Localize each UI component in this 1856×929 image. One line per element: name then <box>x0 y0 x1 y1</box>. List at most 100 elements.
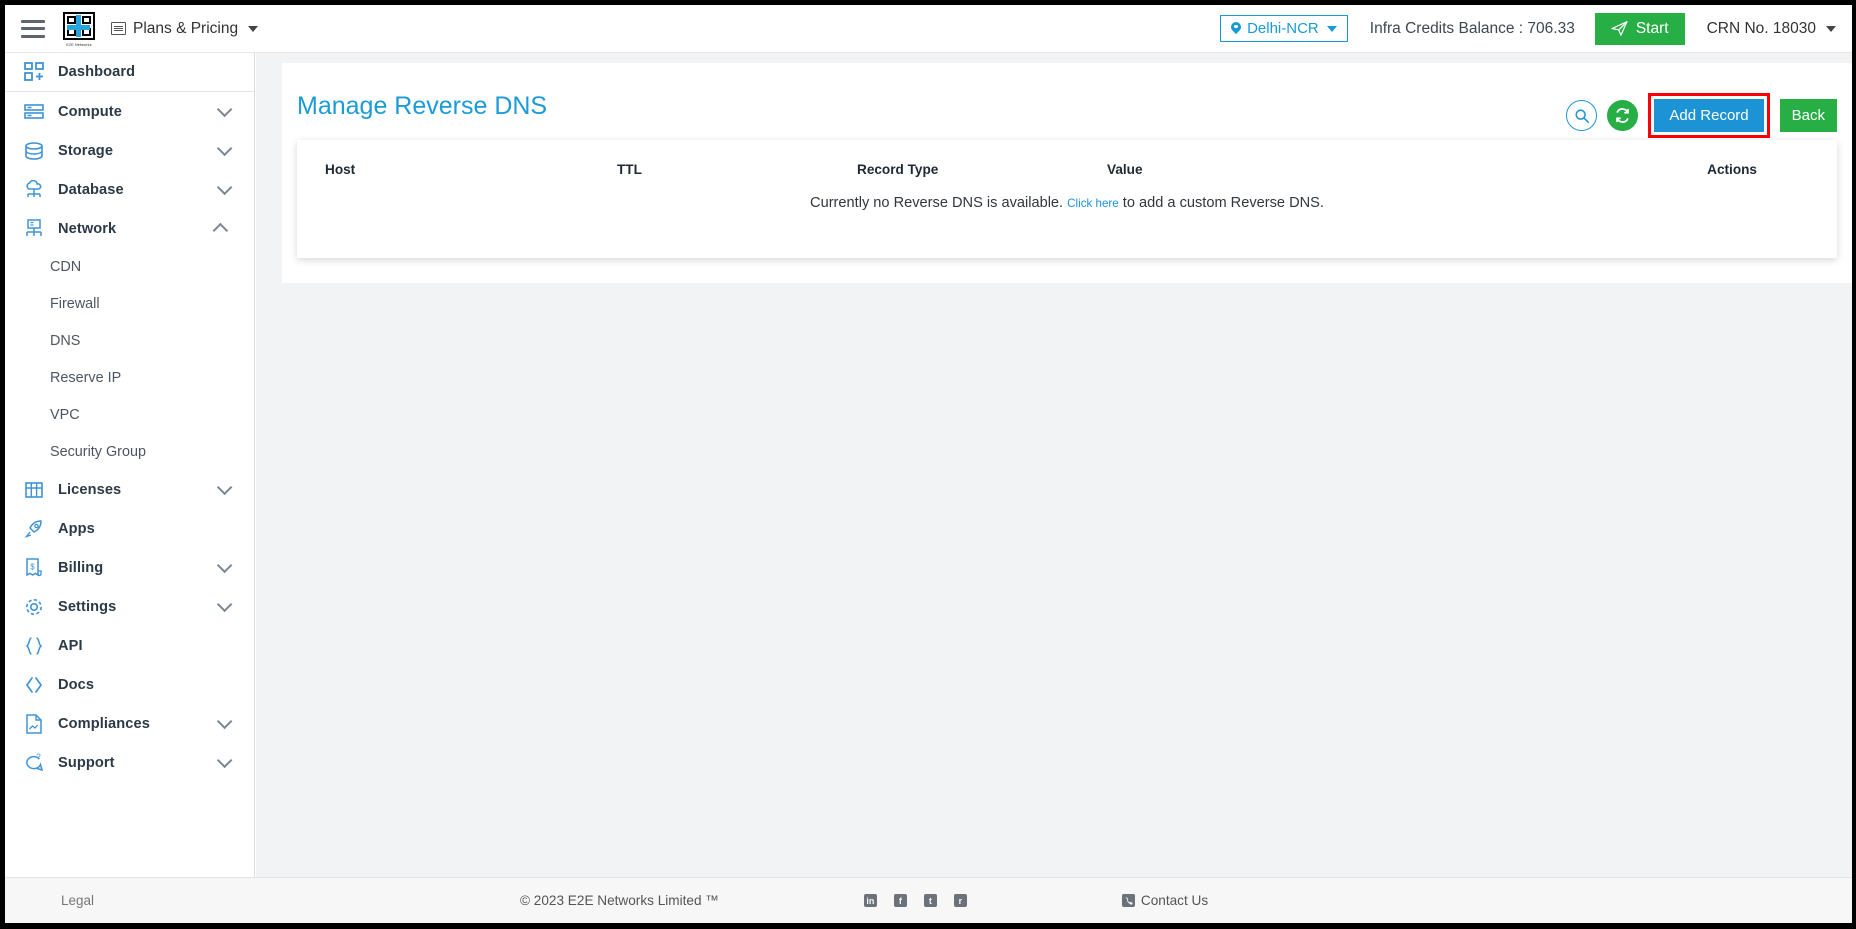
sidebar-subitem-label: Security Group <box>50 443 146 460</box>
screen-right-border <box>1852 0 1856 929</box>
start-button[interactable]: Start <box>1594 12 1685 45</box>
sidebar-item-support[interactable]: ? Support <box>5 743 254 782</box>
sidebar-item-compliances[interactable]: Compliances <box>5 704 254 743</box>
network-icon <box>23 218 45 240</box>
rocket-icon <box>23 518 45 540</box>
sidebar-subitem-cdn[interactable]: CDN <box>5 248 254 285</box>
click-here-link[interactable]: Click here <box>1067 197 1119 210</box>
plans-and-pricing-menu[interactable]: Plans & Pricing <box>111 19 259 38</box>
empty-message-before: Currently no Reverse DNS is available. <box>810 195 1064 211</box>
sidebar-subitem-dns[interactable]: DNS <box>5 322 254 359</box>
page-actions: Add Record Back <box>1566 93 1837 138</box>
linkedin-icon[interactable]: in <box>863 894 877 907</box>
document-icon <box>23 713 45 735</box>
chevron-down-icon <box>216 179 233 196</box>
license-grid-icon <box>23 479 45 501</box>
sidebar-item-label: Storage <box>58 142 114 159</box>
chevron-down-icon <box>1326 25 1337 32</box>
server-icon <box>23 101 45 123</box>
sidebar-subitem-label: Firewall <box>50 295 100 312</box>
sidebar-subitem-label: CDN <box>50 258 82 275</box>
chevron-down-icon <box>216 713 233 730</box>
top-header: E2E Networks Plans & Pricing Delhi-NCR I… <box>5 5 1852 53</box>
sidebar-item-licenses[interactable]: Licenses <box>5 470 254 509</box>
contact-us-link[interactable]: Contact Us <box>1121 893 1208 908</box>
sidebar-item-label: Compute <box>58 103 122 120</box>
empty-state-cell: Currently no Reverse DNS is available. C… <box>297 195 1837 237</box>
refresh-icon <box>1616 108 1630 123</box>
sidebar-item-network[interactable]: Network <box>5 209 254 248</box>
infra-credits-balance: Infra Credits Balance : 706.33 <box>1369 19 1575 37</box>
column-header-ttl: TTL <box>617 162 642 177</box>
screen-bottom-border <box>0 923 1856 929</box>
add-record-button[interactable]: Add Record <box>1654 99 1764 132</box>
chevron-down-icon <box>216 140 233 157</box>
search-icon <box>1575 108 1589 123</box>
sidebar-item-compute[interactable]: Compute <box>5 92 254 131</box>
sidebar-item-storage[interactable]: Storage <box>5 131 254 170</box>
sidebar-item-label: Database <box>58 181 124 198</box>
crn-menu[interactable]: CRN No. 18030 <box>1707 20 1836 38</box>
sidebar-item-database[interactable]: Database <box>5 170 254 209</box>
table-empty-row: Currently no Reverse DNS is available. C… <box>297 195 1837 237</box>
rss-icon[interactable]: r <box>953 894 967 907</box>
location-pin-icon <box>1231 22 1241 36</box>
sidebar-subitem-security-group[interactable]: Security Group <box>5 433 254 470</box>
chevron-down-icon <box>216 752 233 769</box>
back-button[interactable]: Back <box>1779 99 1837 132</box>
sidebar-item-settings[interactable]: Settings <box>5 587 254 626</box>
hamburger-icon[interactable] <box>21 19 45 38</box>
reverse-dns-table: Host TTL Record Type Value Actions Curre… <box>297 140 1837 237</box>
chevron-down-icon <box>216 557 233 574</box>
chevron-down-icon <box>216 101 233 118</box>
sidebar-item-docs[interactable]: Docs <box>5 665 254 704</box>
refresh-button[interactable] <box>1607 100 1639 131</box>
add-record-highlight: Add Record <box>1648 93 1770 138</box>
region-label: Delhi-NCR <box>1247 20 1319 37</box>
sidebar-subitem-reserve-ip[interactable]: Reserve IP <box>5 359 254 396</box>
column-header-value: Value <box>1107 162 1143 177</box>
sidebar-item-label: Settings <box>58 598 117 615</box>
send-icon <box>1611 21 1628 36</box>
legal-link[interactable]: Legal <box>5 893 255 908</box>
sidebar-item-api[interactable]: API <box>5 626 254 665</box>
search-button[interactable] <box>1566 100 1598 131</box>
sidebar-item-label: API <box>58 637 83 654</box>
sidebar-item-label: Dashboard <box>58 64 136 80</box>
region-selector[interactable]: Delhi-NCR <box>1220 15 1348 42</box>
support-chat-icon: ? <box>23 752 45 774</box>
column-header-actions: Actions <box>1707 162 1757 177</box>
sidebar-subitem-firewall[interactable]: Firewall <box>5 285 254 322</box>
sidebar-item-apps[interactable]: Apps <box>5 509 254 548</box>
e2e-networks-logo[interactable]: E2E Networks <box>63 11 95 47</box>
sidebar-item-label: Docs <box>58 676 95 693</box>
sidebar-item-label: Apps <box>58 520 95 537</box>
facebook-icon[interactable]: f <box>893 894 907 907</box>
sidebar-item-label: Billing <box>58 559 104 576</box>
svg-text:?: ? <box>36 753 41 762</box>
column-header-host: Host <box>325 162 356 177</box>
sidebar-item-label: Support <box>58 754 115 771</box>
chevron-down-icon <box>216 596 233 613</box>
twitter-icon[interactable]: t <box>923 894 937 907</box>
plans-and-pricing-label: Plans & Pricing <box>133 19 239 37</box>
sidebar-subitem-label: Reserve IP <box>50 369 122 386</box>
table-header-row: Host TTL Record Type Value Actions <box>297 140 1837 195</box>
sidebar-item-label: Compliances <box>58 715 150 732</box>
sidebar-item-dashboard[interactable]: Dashboard <box>5 53 254 92</box>
sidebar-subitem-label: DNS <box>50 332 81 349</box>
chevron-down-icon <box>248 25 259 32</box>
main-content: Manage Reverse DNS Add Record Back Host … <box>256 53 1852 877</box>
gear-icon <box>23 596 45 618</box>
sidebar-subitem-label: VPC <box>50 406 80 423</box>
sidebar-subitem-vpc[interactable]: VPC <box>5 396 254 433</box>
crn-label: CRN No. 18030 <box>1706 19 1816 37</box>
list-icon <box>111 22 126 35</box>
svg-text:$: $ <box>30 562 35 571</box>
copyright-text: © 2023 E2E Networks Limited ™ <box>520 893 719 908</box>
sidebar-item-billing[interactable]: $ Billing <box>5 548 254 587</box>
sidebar-item-label: Network <box>58 220 117 237</box>
start-label: Start <box>1635 19 1669 37</box>
header-right-group: Delhi-NCR Infra Credits Balance : 706.33… <box>1220 12 1852 45</box>
database-stack-icon <box>23 140 45 162</box>
